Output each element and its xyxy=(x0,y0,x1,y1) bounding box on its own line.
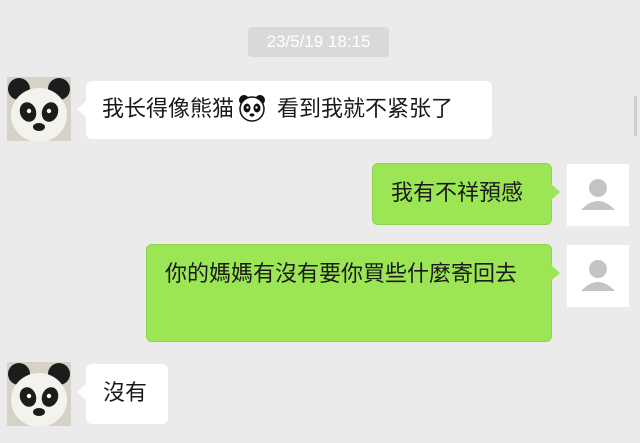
received-message-bubble[interactable]: 沒有 xyxy=(77,364,168,424)
panda-avatar-icon xyxy=(7,77,71,141)
message-text: 我有不祥預感 xyxy=(391,181,524,206)
contact-avatar[interactable] xyxy=(7,362,71,426)
sent-message-bubble[interactable]: 你的媽媽有沒有要你買些什麼寄回去 xyxy=(146,244,560,342)
panda-face-icon xyxy=(238,94,266,122)
panda-avatar-icon xyxy=(7,362,71,426)
message-text: 我长得像熊猫 xyxy=(102,97,235,122)
message-timestamp: 23/5/19 18:15 xyxy=(248,27,389,57)
received-message-bubble[interactable]: 我长得像熊猫 看到我就不紧张了 xyxy=(77,81,492,139)
default-user-icon xyxy=(567,164,629,226)
contact-avatar[interactable] xyxy=(7,77,71,141)
sent-message-bubble[interactable]: 我有不祥預感 xyxy=(372,163,560,225)
message-text: 你的媽媽有沒有要你買些什麼寄回去 xyxy=(165,262,518,287)
scrollbar-thumb[interactable] xyxy=(634,96,637,136)
default-user-icon xyxy=(567,245,629,307)
message-text: 沒有 xyxy=(103,381,148,406)
user-avatar[interactable] xyxy=(567,245,629,307)
message-text: 看到我就不紧张了 xyxy=(270,97,454,122)
user-avatar[interactable] xyxy=(567,164,629,226)
